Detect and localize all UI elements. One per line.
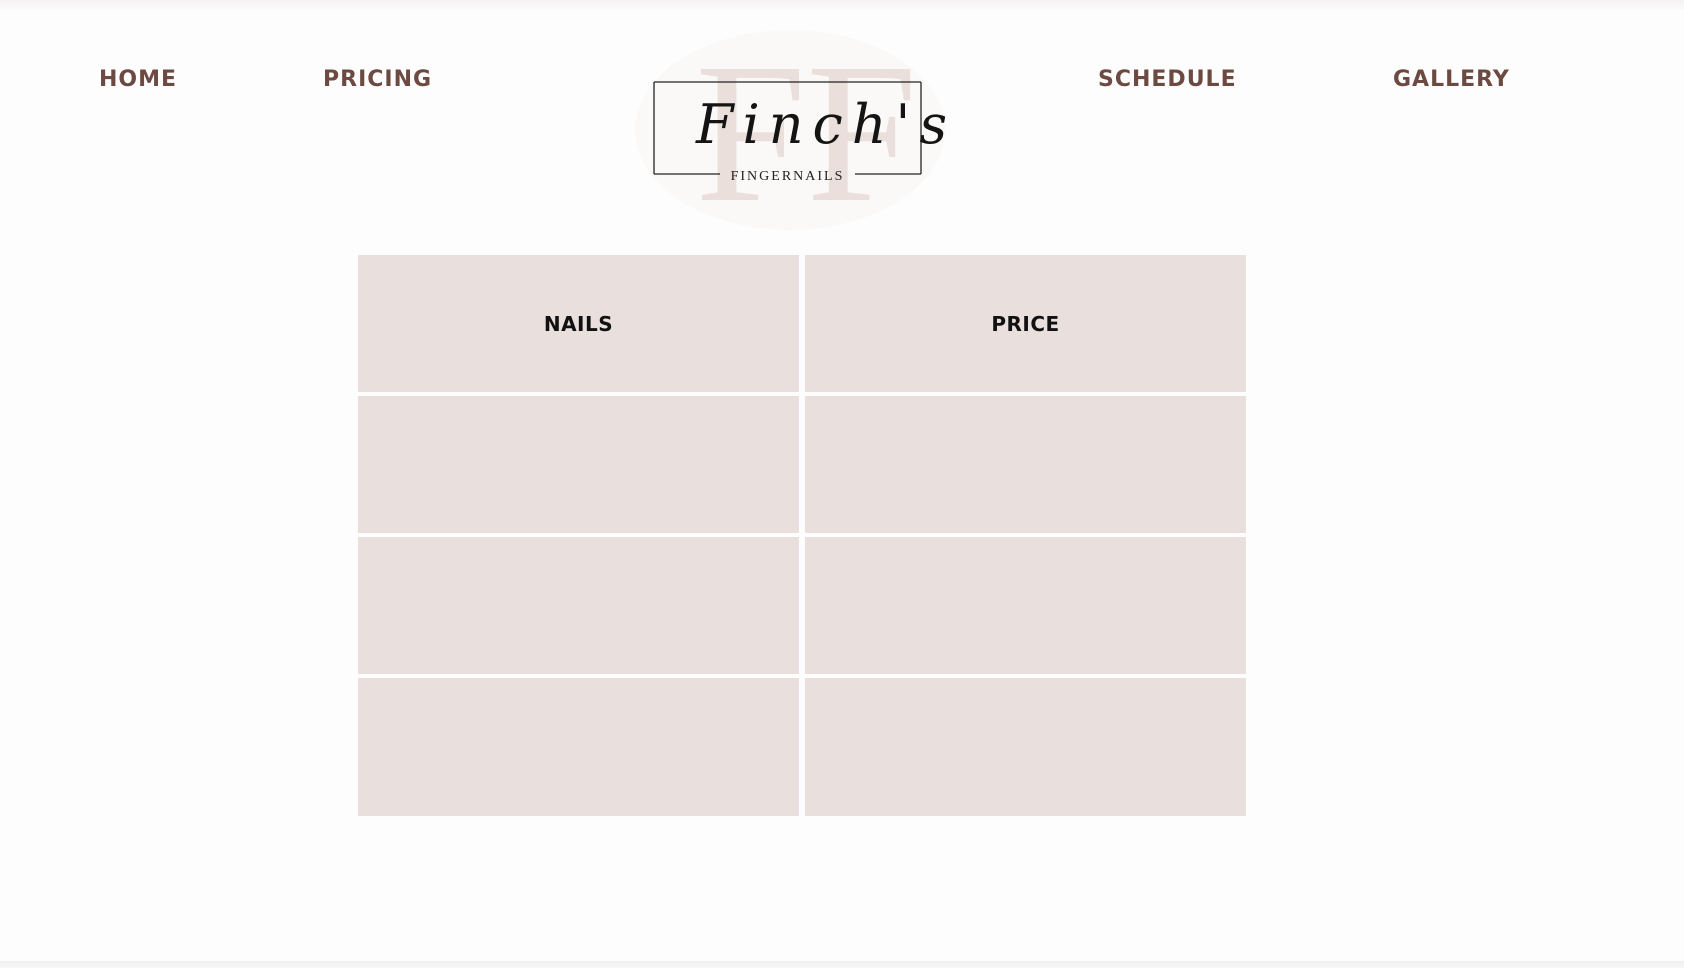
nav-link-schedule[interactable]: SCHEDULE [1098, 66, 1237, 94]
top-border [0, 0, 1684, 10]
pricing-table: NAILS PRICE [358, 255, 1246, 816]
logo-wordmark: FINGERNAILS [731, 169, 845, 184]
table-cell [358, 678, 799, 816]
table-cell [805, 396, 1246, 533]
table-header-price: PRICE [805, 255, 1246, 392]
table-cell [805, 537, 1246, 674]
table-header-nails: NAILS [358, 255, 799, 392]
brand-logo[interactable]: FF Finch's FINGERNAILS [630, 25, 970, 245]
table-cell [805, 678, 1246, 816]
bottom-border [0, 961, 1684, 968]
table-header-label: PRICE [991, 311, 1060, 336]
logo-script-name: Finch's [695, 93, 956, 156]
table-cell [358, 396, 799, 533]
table-cell [358, 537, 799, 674]
nav-link-home[interactable]: HOME [99, 66, 177, 94]
nav-link-gallery[interactable]: GALLERY [1393, 66, 1510, 94]
nav-link-pricing[interactable]: PRICING [323, 66, 432, 94]
brand-logo-graphic: FF Finch's FINGERNAILS [635, 25, 956, 244]
table-header-label: NAILS [543, 311, 614, 336]
